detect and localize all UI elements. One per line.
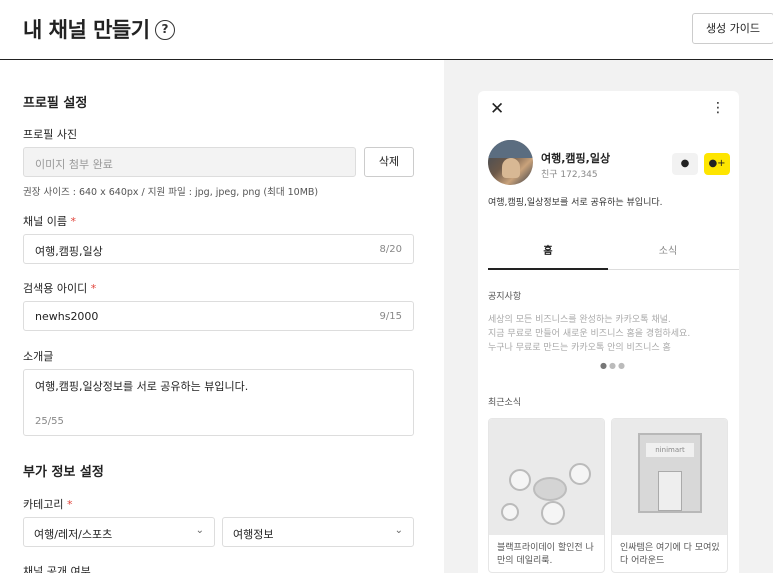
settings-form: 프로필 설정 프로필 사진 이미지 첨부 완료 삭제 권장 사이즈 : 640 … [0,60,444,573]
store-sign: ninimart [646,443,694,457]
search-id-input[interactable]: newhs2000 9/15 [23,301,414,331]
search-id-label: 검색용 아이디 * [23,282,97,295]
channel-name-label: 채널 이름 * [23,215,76,228]
news-card-image [489,419,604,535]
add-friend-icon[interactable]: ●+ [704,153,730,175]
notice-line: 지금 무료로 만들어 새로운 비즈니스 홈을 경험하세요. [488,329,691,339]
profile-photo-label: 프로필 사진 [23,128,78,141]
news-card[interactable]: 블랙프라이데이 할인전 나만의 데일리룩. [488,418,605,573]
chat-icon[interactable]: ● [672,153,698,175]
close-icon[interactable]: ✕ [490,99,504,119]
tab-news[interactable]: 소식 [608,239,728,270]
intro-value: 여행,캠핑,일상정보를 서로 공유하는 뷰입니다. [35,380,249,393]
visibility-label: 채널 공개 여부 [23,565,91,573]
news-card-image: ninimart [612,419,727,535]
tab-divider [608,269,739,270]
search-id-value: newhs2000 [35,310,99,323]
more-icon[interactable]: ⋮ [711,100,725,116]
category-main-select[interactable]: 여행/레저/스포츠 ⌄ [23,517,215,547]
intro-count: 25/55 [35,416,64,427]
required-mark: * [66,498,73,511]
notice-line: 누구나 무료로 만드는 카카오톡 안의 비즈니스 홈 [488,343,671,353]
notice-line: 세상의 모든 비즈니스를 완성하는 카카오톡 채널. [488,315,671,325]
preview-description: 여행,캠핑,일상정보를 서로 공유하는 뷰입니다. [488,198,663,208]
carousel-dots: ●●● [600,361,627,370]
avatar [488,140,533,185]
preview-panel: ✕ ⋮ 여행,캠핑,일상 친구 172,345 ● ●+ 여행,캠핑,일상정보를… [444,60,773,573]
intro-label: 소개글 [23,350,54,363]
photo-hint: 권장 사이즈 : 640 x 640px / 지원 파일 : jpg, jpeg… [23,187,319,198]
channel-preview: ✕ ⋮ 여행,캠핑,일상 친구 172,345 ● ●+ 여행,캠핑,일상정보를… [478,91,739,573]
tab-home[interactable]: 홈 [488,239,608,270]
recent-news-title: 최근소식 [488,398,522,408]
preview-channel-name: 여행,캠핑,일상 [541,152,611,165]
profile-section-title: 프로필 설정 [23,96,88,111]
category-main-value: 여행/레저/스포츠 [34,528,113,541]
category-sub-select[interactable]: 여행정보 ⌄ [222,517,414,547]
category-sub-value: 여행정보 [233,528,274,541]
required-mark: * [70,215,76,228]
required-mark: * [90,282,97,295]
delete-photo-button[interactable]: 삭제 [364,147,414,177]
news-card-text: 블랙프라이데이 할인전 나만의 데일리룩. [497,543,594,566]
help-icon[interactable]: ? [155,20,175,40]
extra-section-title: 부가 정보 설정 [23,465,104,480]
news-card[interactable]: ninimart 인싸템은 여기에 다 모여있다 어라운드 [611,418,728,573]
category-label: 카테고리 * [23,498,73,511]
profile-photo-field: 이미지 첨부 완료 [23,147,356,177]
page-title: 내 채널 만들기 [23,18,150,42]
channel-name-count: 8/20 [379,244,402,255]
chevron-down-icon: ⌄ [195,525,204,536]
search-id-count: 9/15 [379,311,402,322]
news-card-text: 인싸템은 여기에 다 모여있다 어라운드 [620,543,720,566]
profile-photo-status: 이미지 첨부 완료 [35,158,113,171]
page-header: 내 채널 만들기 ? 생성 가이드 [0,0,773,60]
notice-title: 공지사항 [488,292,522,302]
channel-name-value: 여행,캠핑,일상 [35,245,103,258]
intro-textarea[interactable]: 여행,캠핑,일상정보를 서로 공유하는 뷰입니다. 25/55 [23,369,414,436]
chevron-down-icon: ⌄ [394,525,403,536]
preview-friends-count: 친구 172,345 [541,170,598,180]
creation-guide-button[interactable]: 생성 가이드 [692,13,773,44]
channel-name-input[interactable]: 여행,캠핑,일상 8/20 [23,234,414,264]
